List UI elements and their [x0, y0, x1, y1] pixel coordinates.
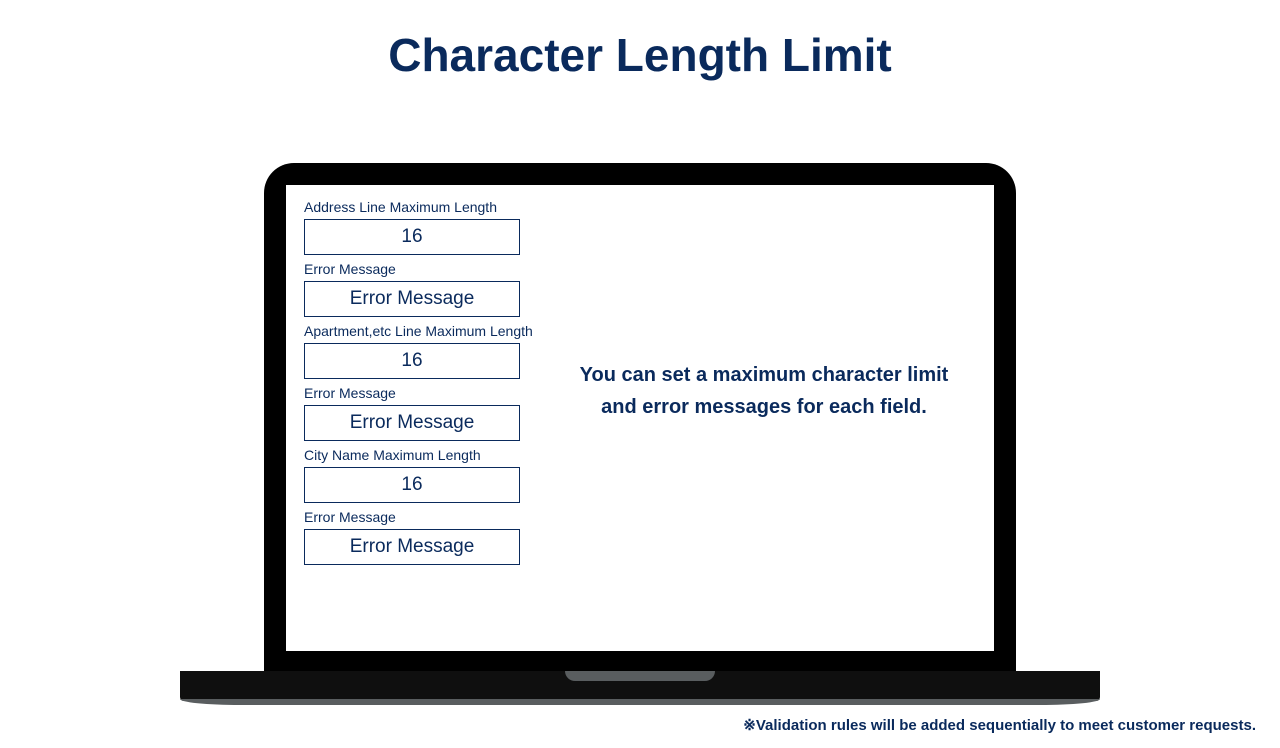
description-line-2: and error messages for each field.	[601, 396, 927, 418]
form-panel: Address Line Maximum Length Error Messag…	[304, 199, 552, 637]
address-max-label: Address Line Maximum Length	[304, 199, 552, 215]
description-line-1: You can set a maximum character limit	[580, 364, 949, 386]
description-panel: You can set a maximum character limit an…	[552, 199, 976, 637]
apartment-max-label: Apartment,etc Line Maximum Length	[304, 323, 552, 339]
apartment-max-input[interactable]	[304, 343, 520, 379]
city-error-input[interactable]	[304, 529, 520, 565]
address-error-label: Error Message	[304, 261, 552, 277]
page-title: Character Length Limit	[0, 28, 1280, 82]
city-max-label: City Name Maximum Length	[304, 447, 552, 463]
laptop-screen: Address Line Maximum Length Error Messag…	[286, 185, 994, 651]
apartment-error-label: Error Message	[304, 385, 552, 401]
laptop-base	[180, 671, 1100, 701]
apartment-error-input[interactable]	[304, 405, 520, 441]
laptop-bezel: Address Line Maximum Length Error Messag…	[264, 163, 1016, 671]
address-error-input[interactable]	[304, 281, 520, 317]
address-max-input[interactable]	[304, 219, 520, 255]
city-max-input[interactable]	[304, 467, 520, 503]
footnote: ※Validation rules will be added sequenti…	[743, 716, 1256, 734]
laptop-mockup: Address Line Maximum Length Error Messag…	[180, 163, 1100, 701]
city-error-label: Error Message	[304, 509, 552, 525]
description-text: You can set a maximum character limit an…	[580, 359, 949, 423]
